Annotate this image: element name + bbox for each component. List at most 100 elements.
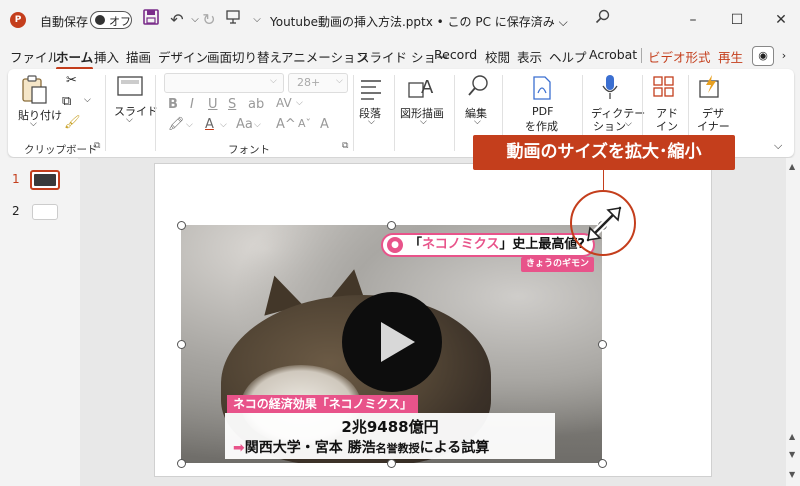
clear-format-icon[interactable]: A	[320, 117, 329, 132]
bold-icon[interactable]: B	[168, 97, 178, 112]
cut-icon[interactable]: ✂	[66, 73, 77, 88]
editing-dropdown-icon[interactable]: ⌵	[474, 117, 481, 127]
customize-icon[interactable]: ⌵	[246, 9, 268, 31]
maximize-icon[interactable]: ☐	[727, 10, 747, 30]
group-separator	[353, 75, 354, 151]
tab-view[interactable]: 表示	[517, 47, 542, 66]
tab-home[interactable]: ホーム	[56, 47, 94, 70]
pdf-button-line1[interactable]: PDF	[532, 105, 553, 118]
paragraph-dropdown-icon[interactable]: ⌵	[368, 117, 375, 127]
format-painter-icon[interactable]: 🖌	[64, 115, 81, 130]
resize-handle-bottom[interactable]	[387, 459, 396, 468]
shadow-icon[interactable]: S	[228, 97, 236, 112]
addins-button-line2[interactable]: イン	[656, 118, 678, 134]
tab-video-format[interactable]: ビデオ形式	[648, 47, 711, 66]
tab-transitions[interactable]: 画面切り替え	[207, 47, 282, 66]
scroll-up-icon[interactable]: ▲	[789, 162, 795, 171]
embedded-video[interactable]: ● 「ネコノミクス」史上最高値? きょうのギモン ネコの経済効果「ネコノミクス」 …	[181, 225, 602, 463]
document-title[interactable]: Youtube動画の挿入方法.pptx • この PC に保存済み ⌵	[270, 13, 568, 30]
designer-button-line2[interactable]: イナー	[697, 118, 730, 134]
char-spacing-dropdown-icon[interactable]: ⌵	[296, 98, 303, 108]
font-name-dropdown-icon[interactable]: ⌵	[270, 76, 277, 86]
dialog-launcher-icon[interactable]: ⧉	[342, 141, 348, 151]
microphone-icon[interactable]	[600, 73, 620, 101]
find-icon[interactable]	[466, 73, 492, 99]
addins-icon[interactable]	[652, 75, 676, 99]
video-caption-subtitle: きょうのギモン	[521, 257, 595, 272]
strikethrough-icon[interactable]: ab	[248, 97, 264, 112]
resize-handle-top[interactable]	[387, 221, 396, 230]
resize-handle-right[interactable]	[598, 340, 607, 349]
tab-playback[interactable]: 再生	[718, 47, 743, 66]
highlight-dropdown-icon[interactable]: ⌵	[186, 120, 193, 130]
toggle-knob	[95, 15, 105, 25]
paste-icon[interactable]	[18, 75, 52, 105]
tab-record[interactable]: Record	[434, 47, 477, 62]
slide-button[interactable]: スライド	[114, 103, 158, 119]
tab-design[interactable]: デザイン	[158, 47, 208, 66]
minimize-icon[interactable]: –	[683, 10, 703, 30]
tab-animations[interactable]: アニメーション	[281, 47, 368, 66]
new-slide-icon[interactable]	[116, 75, 144, 101]
italic-icon[interactable]: I	[190, 97, 194, 112]
tab-file[interactable]: ファイル	[10, 47, 60, 66]
tab-help[interactable]: ヘルプ	[549, 47, 587, 66]
designer-icon[interactable]	[698, 73, 724, 101]
ribbon-collapse-icon[interactable]: ⌵	[774, 139, 782, 153]
shrink-font-icon[interactable]: Aˇ	[298, 117, 311, 130]
tab-review[interactable]: 校閲	[485, 47, 510, 66]
font-color-dropdown-icon[interactable]: ⌵	[220, 120, 227, 130]
grow-font-icon[interactable]: A^	[276, 117, 296, 132]
slide-thumbnail-1[interactable]	[30, 170, 60, 190]
slide-dropdown-icon[interactable]: ⌵	[126, 115, 133, 125]
annotation-callout: 動画のサイズを拡大･縮小	[473, 135, 735, 170]
font-size-dropdown-icon[interactable]: ⌵	[336, 76, 343, 86]
resize-handle-bottom-right[interactable]	[598, 459, 607, 468]
paste-button[interactable]: 貼り付け	[18, 107, 62, 123]
scroll-up-page-icon[interactable]: ▲	[789, 432, 795, 441]
shapes-icon[interactable]: A	[406, 73, 436, 101]
caption-title-open: 「	[409, 237, 423, 252]
play-button[interactable]	[342, 292, 442, 392]
pdf-icon[interactable]	[530, 75, 554, 101]
chevron-right-icon[interactable]: ›	[776, 46, 792, 66]
copy-dropdown-icon[interactable]: ⌵	[84, 95, 91, 105]
tab-acrobat[interactable]: Acrobat	[589, 47, 637, 62]
resize-handle-left[interactable]	[177, 340, 186, 349]
tab-insert[interactable]: 挿入	[94, 47, 119, 66]
tab-draw[interactable]: 描画	[126, 47, 151, 66]
copy-icon[interactable]: ⧉	[62, 94, 71, 109]
change-case-icon[interactable]: Aa	[236, 117, 253, 132]
scroll-down-icon[interactable]: ▼	[789, 470, 795, 479]
svg-text:A: A	[421, 77, 434, 98]
autosave-toggle[interactable]: オフ	[90, 11, 132, 29]
paragraph-icon[interactable]	[358, 77, 384, 101]
record-icon[interactable]: ◉	[752, 46, 774, 66]
underline-icon[interactable]: U	[208, 97, 218, 112]
font-group-label: フォント	[228, 144, 270, 156]
paste-dropdown-icon[interactable]: ⌵	[30, 119, 37, 129]
resize-handle-top-left[interactable]	[177, 221, 186, 230]
caption-source-main: 関西大学・宮本 勝浩	[244, 440, 376, 456]
change-case-dropdown-icon[interactable]: ⌵	[254, 120, 261, 130]
present-icon[interactable]	[222, 9, 244, 31]
save-icon[interactable]	[140, 9, 162, 31]
autosave-state: オフ	[109, 15, 131, 28]
resize-handle-bottom-left[interactable]	[177, 459, 186, 468]
drawing-dropdown-icon[interactable]: ⌵	[420, 117, 427, 127]
pdf-button-line2[interactable]: を作成	[525, 118, 558, 134]
group-separator	[454, 75, 455, 151]
dialog-launcher-icon[interactable]: ⧉	[94, 141, 100, 151]
close-icon[interactable]: ✕	[771, 10, 791, 30]
font-name-box[interactable]	[164, 73, 284, 93]
slide-thumbnail-2[interactable]	[32, 204, 58, 220]
dictate-button-line2[interactable]: ション	[593, 118, 626, 134]
highlight-icon[interactable]: 🖍	[168, 117, 185, 132]
font-color-icon[interactable]: A	[205, 117, 214, 132]
dictate-dropdown-icon[interactable]: ⌵	[625, 119, 632, 129]
char-spacing-icon[interactable]: AV	[276, 96, 292, 110]
scroll-down-page-icon[interactable]: ▼	[789, 450, 795, 459]
search-icon[interactable]	[592, 9, 614, 31]
redo-icon[interactable]: ↻	[198, 9, 220, 31]
vertical-scrollbar[interactable]: ▲ ▲ ▼ ▼	[786, 158, 800, 486]
